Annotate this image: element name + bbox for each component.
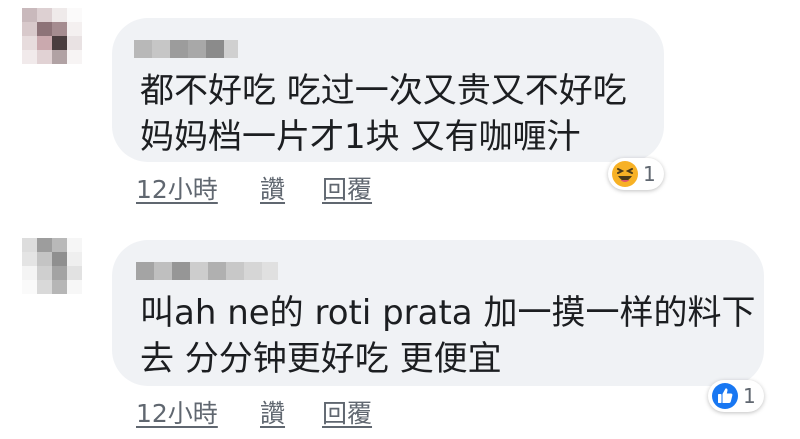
timestamp-link[interactable]: 12小時 [136, 394, 260, 430]
comment-text: 都不好吃 吃过一次又贵又不好吃 妈妈档一片才1块 又有咖喱汁 [140, 71, 627, 157]
comment-actions: 12小時 讚 回覆 [136, 170, 372, 206]
commenter-name[interactable] [136, 262, 278, 280]
comment-actions: 12小時 讚 回覆 [136, 394, 372, 430]
comment-bubble: 叫ah ne的 roti prata 加一摸一样的料下 去 分分钟更好吃 更便宜 [112, 240, 764, 386]
reaction-summary[interactable]: 1 [608, 158, 664, 190]
reply-button[interactable]: 回覆 [322, 170, 372, 206]
timestamp-link[interactable]: 12小時 [136, 170, 260, 206]
haha-icon [612, 161, 638, 187]
like-icon [712, 383, 738, 409]
reply-button[interactable]: 回覆 [322, 394, 372, 430]
reaction-count: 1 [743, 384, 756, 408]
reaction-summary[interactable]: 1 [708, 380, 764, 412]
reaction-count: 1 [643, 162, 656, 186]
avatar[interactable] [22, 238, 82, 308]
avatar[interactable] [22, 8, 82, 78]
commenter-name[interactable] [134, 40, 238, 58]
like-button[interactable]: 讚 [260, 170, 322, 206]
comment-bubble: 都不好吃 吃过一次又贵又不好吃 妈妈档一片才1块 又有咖喱汁 [112, 18, 664, 162]
like-button[interactable]: 讚 [260, 394, 322, 430]
comment-text: 叫ah ne的 roti prata 加一摸一样的料下 去 分分钟更好吃 更便宜 [140, 293, 756, 379]
